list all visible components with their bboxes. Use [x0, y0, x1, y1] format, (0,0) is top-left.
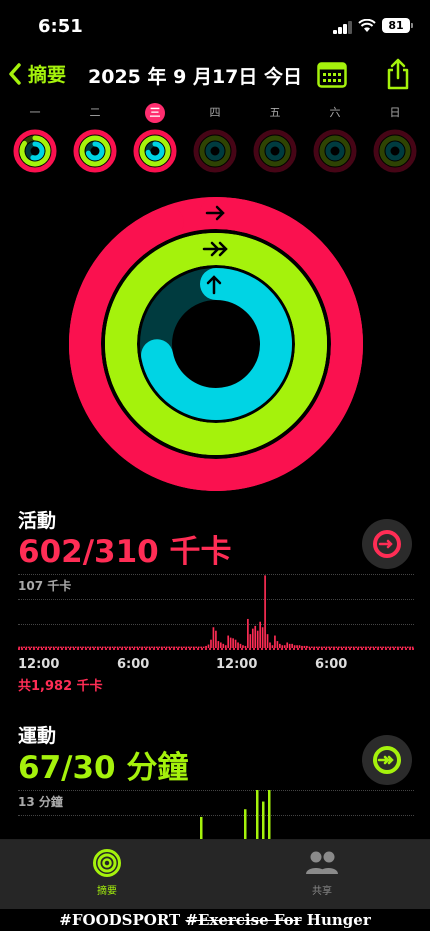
status-time: 6:51 [38, 16, 83, 37]
exercise-chart: 13 分鐘 [18, 790, 414, 840]
day-label: 日 [389, 106, 401, 119]
activity-rings-icon [253, 129, 297, 173]
back-label: 摘要 [28, 64, 67, 86]
day-label: 四 [209, 106, 221, 119]
activity-bar [254, 625, 257, 648]
activity-bar [215, 630, 217, 648]
week-strip: 一 二 三 四 五 六 日 [0, 103, 430, 175]
day-tue[interactable]: 二 [71, 103, 119, 174]
tab-sharing-label: 共享 [312, 886, 332, 897]
activity-rings-icon [13, 129, 57, 173]
watermark-text-b: #Exercise For [185, 911, 302, 929]
activity-bar [212, 627, 215, 648]
activity-value: 602/310 千卡 [18, 534, 232, 570]
day-label: 六 [329, 106, 341, 119]
activity-bar [276, 641, 279, 648]
move-ring-icon [373, 530, 401, 558]
day-label: 二 [89, 106, 101, 119]
day-wed[interactable]: 三 [131, 103, 179, 174]
chart-baseline [18, 648, 414, 650]
tab-summary[interactable]: 摘要 [67, 848, 147, 897]
ring-track [325, 141, 345, 161]
activity-bar [266, 634, 269, 648]
activity-rings-icon [313, 129, 357, 173]
day-fri[interactable]: 五 [251, 103, 299, 174]
activity-bar [259, 621, 262, 648]
activity-rings-tab-icon [93, 849, 121, 877]
nav-bar: 摘要 2025 年 9 月17日 今日 [0, 56, 430, 96]
activity-rings[interactable] [69, 197, 363, 491]
day-sat[interactable]: 六 [311, 103, 359, 174]
activity-detail-button[interactable] [362, 519, 412, 569]
tab-summary-label: 摘要 [97, 886, 117, 897]
activity-rings-icon [193, 129, 237, 173]
activity-bar [249, 634, 252, 648]
activity-total: 共1,982 千卡 [18, 679, 103, 694]
activity-rings-icon [373, 129, 417, 173]
tab-sharing[interactable]: 共享 [282, 848, 362, 897]
exercise-bar [256, 790, 259, 840]
day-thu[interactable]: 四 [191, 103, 239, 174]
activity-bar [261, 627, 264, 648]
x-tick: 12:00 [216, 657, 258, 672]
exercise-bar [268, 790, 271, 840]
activity-bar [256, 630, 259, 648]
activity-chart: 107 千卡 [18, 574, 414, 654]
x-tick: 6:00 [117, 657, 150, 672]
watermark-text-a: #FOODSPORT [59, 911, 186, 929]
activity-bar [274, 635, 276, 648]
wifi-icon [358, 19, 376, 32]
watermark-footer: #FOODSPORT #Exercise For Hunger [0, 909, 430, 931]
x-tick: 6:00 [315, 657, 348, 672]
watermark-text-c: Hunger [301, 911, 371, 929]
share-icon[interactable] [385, 58, 411, 90]
activity-bar [247, 618, 249, 648]
activity-bars [18, 575, 414, 648]
cellular-signal-icon [333, 20, 353, 34]
chevron-left-icon [9, 62, 21, 85]
activity-bar [264, 575, 266, 648]
exercise-bar [262, 801, 265, 840]
back-button[interactable]: 摘要 [8, 60, 66, 87]
ring-track [205, 141, 225, 161]
ring-track [265, 141, 285, 161]
exercise-ring-icon [373, 746, 401, 774]
battery-icon: 81 [382, 18, 413, 33]
day-sun[interactable]: 日 [371, 103, 419, 174]
activity-bar [210, 639, 212, 648]
ring-fill [30, 141, 45, 161]
exercise-detail-button[interactable] [362, 735, 412, 785]
activity-rings-icon [133, 129, 177, 173]
activity-rings-icon [73, 129, 117, 173]
ring-track [385, 141, 405, 161]
activity-bar [234, 639, 237, 648]
page-title: 2025 年 9 月17日 今日 [88, 66, 303, 88]
people-icon [306, 851, 338, 874]
activity-bar [251, 628, 254, 648]
exercise-value: 67/30 分鐘 [18, 750, 189, 786]
exercise-bar [244, 809, 247, 840]
day-label: 一 [29, 106, 41, 119]
activity-bar [227, 635, 230, 648]
x-tick: 12:00 [18, 657, 60, 672]
tab-bar: 摘要 共享 [0, 839, 430, 909]
calendar-icon[interactable] [317, 62, 347, 88]
day-mon[interactable]: 一 [11, 103, 59, 174]
exercise-bars [200, 790, 271, 840]
status-bar: 6:51 81 [0, 0, 430, 52]
exercise-bar [200, 816, 203, 840]
day-label: 三 [145, 103, 165, 123]
activity-bar [232, 638, 234, 648]
activity-bar [229, 637, 232, 648]
activity-bar [217, 641, 220, 648]
day-label: 五 [269, 106, 281, 119]
